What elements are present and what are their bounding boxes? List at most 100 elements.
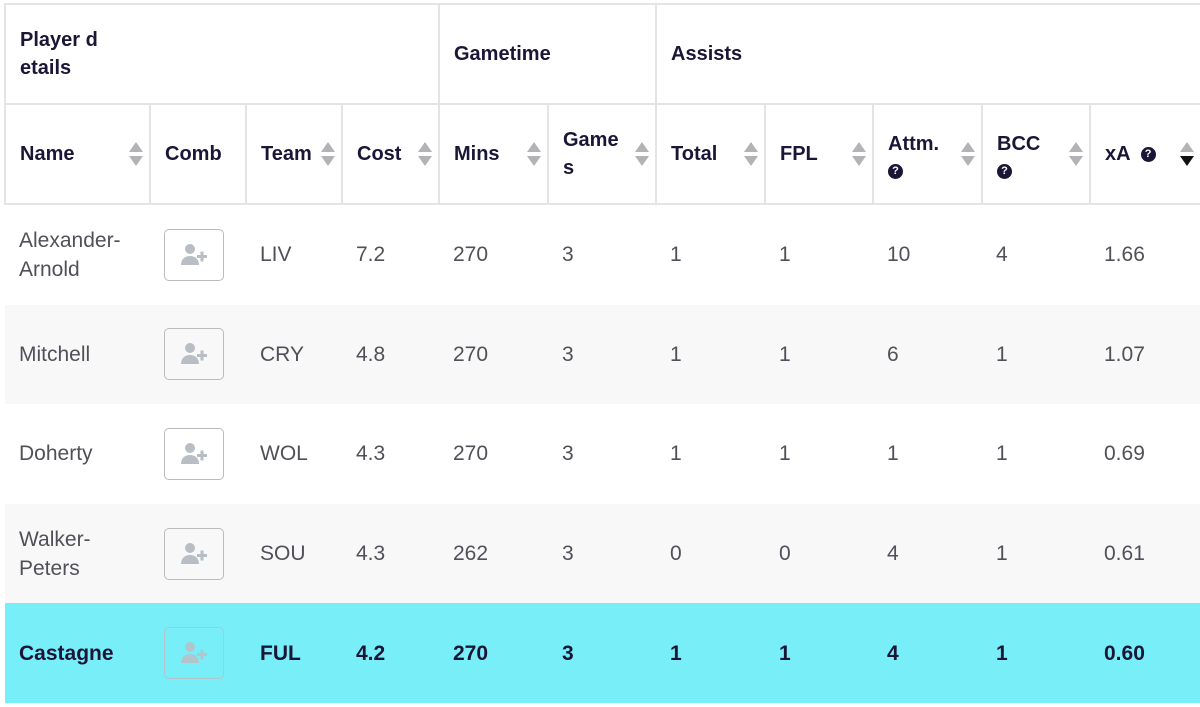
comb-cell	[150, 204, 246, 305]
attm-cell: 10	[873, 204, 982, 305]
table-body: Alexander-Arnold LIV 7.2 270 3 1 1 10 4 …	[5, 204, 1200, 703]
column-header-mins[interactable]: Mins	[438, 103, 549, 205]
column-header-attm[interactable]: Attm. ?	[872, 103, 983, 205]
xa-cell: 0.61	[1090, 503, 1200, 604]
fpl-cell: 1	[765, 603, 873, 703]
column-header-games[interactable]: Games	[547, 103, 657, 205]
column-header-cost[interactable]: Cost	[341, 103, 440, 205]
mins-cell: 270	[439, 204, 548, 305]
attm-cell: 1	[873, 404, 982, 504]
column-header-total[interactable]: Total	[655, 103, 766, 205]
comb-cell	[150, 503, 246, 604]
comb-cell	[150, 404, 246, 504]
group-header-assists: Assists	[654, 3, 1200, 105]
team-cell: WOL	[246, 404, 342, 504]
xa-cell: 0.69	[1090, 404, 1200, 504]
comb-cell	[150, 304, 246, 405]
bcc-cell: 1	[982, 304, 1090, 405]
xa-cell: 1.66	[1090, 204, 1200, 305]
mins-cell: 262	[439, 503, 548, 604]
player-name[interactable]: Alexander-Arnold	[5, 204, 150, 305]
table-row[interactable]: Alexander-Arnold LIV 7.2 270 3 1 1 10 4 …	[5, 204, 1200, 305]
player-name[interactable]: Mitchell	[5, 304, 150, 405]
team-cell: FUL	[246, 603, 342, 703]
games-cell: 3	[548, 404, 656, 504]
mins-cell: 270	[439, 603, 548, 703]
column-header-bcc[interactable]: BCC ?	[981, 103, 1091, 205]
games-cell: 3	[548, 204, 656, 305]
add-user-icon	[181, 343, 207, 365]
bcc-cell: 4	[982, 204, 1090, 305]
attm-cell: 6	[873, 304, 982, 405]
player-name[interactable]: Castagne	[5, 603, 150, 703]
mins-cell: 270	[439, 404, 548, 504]
total-cell: 1	[656, 304, 765, 405]
column-header-team[interactable]: Team	[245, 103, 343, 205]
question-circle-icon[interactable]: ?	[997, 163, 1012, 179]
column-group-header-row: Player details Gametime Assists	[4, 3, 1200, 105]
add-to-comb-button[interactable]	[164, 627, 224, 680]
cost-cell: 4.3	[342, 503, 439, 604]
attm-cell: 4	[873, 503, 982, 604]
sort-arrows-icon[interactable]	[635, 142, 649, 166]
player-name[interactable]: Doherty	[5, 404, 150, 504]
group-header-gametime: Gametime	[438, 3, 657, 105]
fpl-cell: 1	[765, 404, 873, 504]
add-to-comb-button[interactable]	[164, 328, 224, 381]
sort-arrows-icon[interactable]	[129, 142, 143, 166]
comb-cell	[150, 603, 246, 703]
add-user-icon	[181, 442, 207, 464]
sort-descending-icon[interactable]	[1180, 142, 1195, 166]
player-name[interactable]: Walker-Peters	[5, 503, 150, 604]
cost-cell: 4.2	[342, 603, 439, 703]
table-row[interactable]: Walker-Peters SOU 4.3 262 3 0 0 4 1 0.61	[5, 503, 1200, 604]
bcc-cell: 1	[982, 603, 1090, 703]
table-row[interactable]: Doherty WOL 4.3 270 3 1 1 1 1 0.69	[5, 404, 1200, 504]
sort-arrows-icon[interactable]	[321, 142, 335, 166]
attm-cell: 4	[873, 603, 982, 703]
cost-cell: 4.3	[342, 404, 439, 504]
question-circle-icon[interactable]: ?	[888, 163, 903, 179]
table-row-highlighted[interactable]: Castagne FUL 4.2 270 3 1 1 4 1 0.60	[5, 603, 1200, 703]
table-row[interactable]: Mitchell CRY 4.8 270 3 1 1 6 1 1.07	[5, 304, 1200, 405]
add-to-comb-button[interactable]	[164, 527, 224, 580]
sort-arrows-icon[interactable]	[527, 142, 541, 166]
player-stats-table: Player details Gametime Assists Name Com…	[4, 3, 1200, 703]
xa-cell: 1.07	[1090, 304, 1200, 405]
sort-arrows-icon[interactable]	[418, 142, 432, 166]
column-header-name[interactable]: Name	[4, 103, 151, 205]
cost-cell: 7.2	[342, 204, 439, 305]
sort-arrows-icon[interactable]	[1069, 142, 1083, 166]
add-to-comb-button[interactable]	[164, 427, 224, 480]
sort-arrows-icon[interactable]	[744, 142, 758, 166]
sort-arrows-icon[interactable]	[961, 142, 975, 166]
sort-arrows-icon[interactable]	[852, 142, 866, 166]
games-cell: 3	[548, 304, 656, 405]
total-cell: 1	[656, 603, 765, 703]
column-header-row: Name Comb Team Cost Mins Games Total FPL…	[4, 103, 1200, 205]
fpl-cell: 1	[765, 204, 873, 305]
bcc-cell: 1	[982, 404, 1090, 504]
mins-cell: 270	[439, 304, 548, 405]
group-header-player-details: Player details	[4, 3, 440, 105]
bcc-cell: 1	[982, 503, 1090, 604]
column-header-fpl[interactable]: FPL	[764, 103, 874, 205]
total-cell: 1	[656, 404, 765, 504]
team-cell: SOU	[246, 503, 342, 604]
add-user-icon	[181, 642, 207, 664]
column-header-comb: Comb	[149, 103, 247, 205]
fpl-cell: 0	[765, 503, 873, 604]
column-header-xa[interactable]: xA?	[1088, 103, 1200, 205]
add-user-icon	[181, 243, 207, 265]
team-cell: LIV	[246, 204, 342, 305]
add-to-comb-button[interactable]	[164, 228, 224, 281]
total-cell: 1	[656, 204, 765, 305]
total-cell: 0	[656, 503, 765, 604]
cost-cell: 4.8	[342, 304, 439, 405]
fpl-cell: 1	[765, 304, 873, 405]
team-cell: CRY	[246, 304, 342, 405]
xa-cell: 0.60	[1090, 603, 1200, 703]
player-stats-table-container: Player details Gametime Assists Name Com…	[4, 3, 1200, 703]
question-circle-icon[interactable]: ?	[1140, 147, 1156, 163]
games-cell: 3	[548, 503, 656, 604]
